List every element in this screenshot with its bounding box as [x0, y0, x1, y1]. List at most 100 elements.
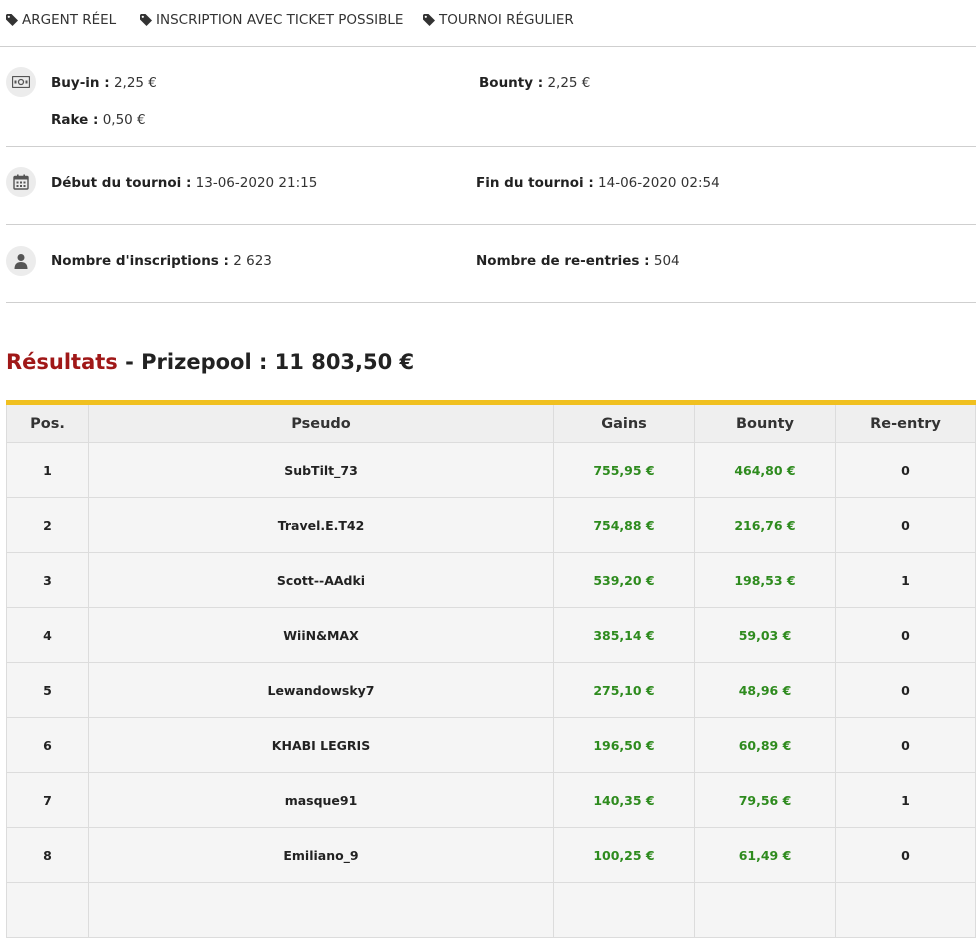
- results-title: Résultats - Prizepool : 11 803,50 €: [6, 350, 414, 374]
- cell-reentry: 0: [835, 498, 976, 552]
- cell-empty: [553, 883, 694, 937]
- cell-reentry: 1: [835, 553, 976, 607]
- tag-label: INSCRIPTION AVEC TICKET POSSIBLE: [156, 12, 404, 28]
- cell-bounty: 60,89 €: [694, 718, 835, 772]
- table-row: 7 masque91 140,35 € 79,56 € 1: [6, 773, 976, 828]
- calendar-icon: [6, 167, 36, 197]
- end-value: 14-06-2020 02:54: [598, 175, 720, 191]
- table-row: 3 Scott--AAdki 539,20 € 198,53 € 1: [6, 553, 976, 608]
- user-icon: [6, 246, 36, 276]
- table-row: 2 Travel.E.T42 754,88 € 216,76 € 0: [6, 498, 976, 553]
- cell-pseudo[interactable]: Emiliano_9: [88, 828, 553, 882]
- header-pseudo[interactable]: Pseudo: [88, 405, 553, 442]
- reentries-field: Nombre de re-entries : 504: [476, 253, 680, 269]
- table-row: 6 KHABI LEGRIS 196,50 € 60,89 € 0: [6, 718, 976, 773]
- bounty-label: Bounty :: [479, 75, 544, 91]
- cell-reentry: 1: [835, 773, 976, 827]
- cell-pseudo[interactable]: WiiN&MAX: [88, 608, 553, 662]
- table-header: Pos. Pseudo Gains Bounty Re-entry: [6, 405, 976, 443]
- cell-reentry: 0: [835, 443, 976, 497]
- header-gains[interactable]: Gains: [553, 405, 694, 442]
- cell-empty: [835, 883, 976, 937]
- cell-gains: 385,14 €: [553, 608, 694, 662]
- cell-gains: 539,20 €: [553, 553, 694, 607]
- table-row: 5 Lewandowsky7 275,10 € 48,96 € 0: [6, 663, 976, 718]
- bounty-field: Bounty : 2,25 €: [479, 75, 590, 91]
- rake-label: Rake :: [51, 112, 99, 128]
- header-position[interactable]: Pos.: [6, 405, 88, 442]
- cell-position: 8: [6, 828, 88, 882]
- tournament-tags: ARGENT RÉEL INSCRIPTION AVEC TICKET POSS…: [0, 0, 976, 47]
- tag-regular: TOURNOI RÉGULIER: [423, 12, 574, 28]
- cell-gains: 754,88 €: [553, 498, 694, 552]
- cell-gains: 196,50 €: [553, 718, 694, 772]
- rake-value: 0,50 €: [102, 112, 146, 128]
- entries-value: 2 623: [233, 253, 272, 269]
- cell-pseudo[interactable]: masque91: [88, 773, 553, 827]
- cell-position: 4: [6, 608, 88, 662]
- cell-bounty: 48,96 €: [694, 663, 835, 717]
- cell-empty: [694, 883, 835, 937]
- end-label: Fin du tournoi :: [476, 175, 594, 191]
- tag-label: ARGENT RÉEL: [22, 12, 117, 28]
- table-row: 4 WiiN&MAX 385,14 € 59,03 € 0: [6, 608, 976, 663]
- header-reentry[interactable]: Re-entry: [835, 405, 976, 442]
- header-bounty[interactable]: Bounty: [694, 405, 835, 442]
- tag-real-money: ARGENT RÉEL: [6, 12, 116, 28]
- results-separator: -: [117, 350, 142, 374]
- start-label: Début du tournoi :: [51, 175, 192, 191]
- cell-position: 6: [6, 718, 88, 772]
- buyin-value: 2,25 €: [113, 75, 157, 91]
- cell-empty: [6, 883, 88, 937]
- entries-section: Nombre d'inscriptions : 2 623 Nombre de …: [6, 225, 976, 303]
- prizepool: Prizepool : 11 803,50 €: [141, 350, 415, 374]
- cell-gains: 100,25 €: [553, 828, 694, 882]
- entries-field: Nombre d'inscriptions : 2 623: [51, 253, 272, 269]
- cell-position: 2: [6, 498, 88, 552]
- reentries-label: Nombre de re-entries :: [476, 253, 650, 269]
- cell-bounty: 79,56 €: [694, 773, 835, 827]
- cell-bounty: 464,80 €: [694, 443, 835, 497]
- results-table: Pos. Pseudo Gains Bounty Re-entry 1 SubT…: [6, 400, 976, 938]
- cell-reentry: 0: [835, 663, 976, 717]
- results-heading: Résultats: [6, 350, 118, 374]
- table-row-partial: [6, 883, 976, 938]
- bounty-value: 2,25 €: [547, 75, 591, 91]
- cell-pseudo[interactable]: Travel.E.T42: [88, 498, 553, 552]
- buyin-label: Buy-in :: [51, 75, 110, 91]
- tag-label: TOURNOI RÉGULIER: [439, 12, 574, 28]
- cell-bounty: 59,03 €: [694, 608, 835, 662]
- cell-pseudo[interactable]: SubTilt_73: [88, 443, 553, 497]
- cell-pseudo[interactable]: Lewandowsky7: [88, 663, 553, 717]
- start-field: Début du tournoi : 13-06-2020 21:15: [51, 175, 317, 191]
- cell-reentry: 0: [835, 718, 976, 772]
- tag-ticket: INSCRIPTION AVEC TICKET POSSIBLE: [140, 12, 403, 28]
- tag-icon: [6, 14, 18, 26]
- cell-gains: 755,95 €: [553, 443, 694, 497]
- cell-gains: 275,10 €: [553, 663, 694, 717]
- cell-bounty: 198,53 €: [694, 553, 835, 607]
- cell-bounty: 216,76 €: [694, 498, 835, 552]
- tag-icon: [140, 14, 152, 26]
- money-icon: [6, 67, 36, 97]
- cell-reentry: 0: [835, 828, 976, 882]
- table-row: 1 SubTilt_73 755,95 € 464,80 € 0: [6, 443, 976, 498]
- reentries-value: 504: [653, 253, 680, 269]
- cell-position: 1: [6, 443, 88, 497]
- cell-empty: [88, 883, 553, 937]
- start-value: 13-06-2020 21:15: [195, 175, 318, 191]
- cell-position: 5: [6, 663, 88, 717]
- cell-position: 7: [6, 773, 88, 827]
- cell-gains: 140,35 €: [553, 773, 694, 827]
- tag-icon: [423, 14, 435, 26]
- cell-position: 3: [6, 553, 88, 607]
- table-row: 8 Emiliano_9 100,25 € 61,49 € 0: [6, 828, 976, 883]
- cell-pseudo[interactable]: Scott--AAdki: [88, 553, 553, 607]
- buyin-section: Buy-in : 2,25 € Bounty : 2,25 € Rake : 0…: [6, 47, 976, 147]
- rake-field: Rake : 0,50 €: [51, 112, 146, 128]
- cell-bounty: 61,49 €: [694, 828, 835, 882]
- buyin-field: Buy-in : 2,25 €: [51, 75, 157, 91]
- end-field: Fin du tournoi : 14-06-2020 02:54: [476, 175, 720, 191]
- dates-section: Début du tournoi : 13-06-2020 21:15 Fin …: [6, 147, 976, 225]
- cell-pseudo[interactable]: KHABI LEGRIS: [88, 718, 553, 772]
